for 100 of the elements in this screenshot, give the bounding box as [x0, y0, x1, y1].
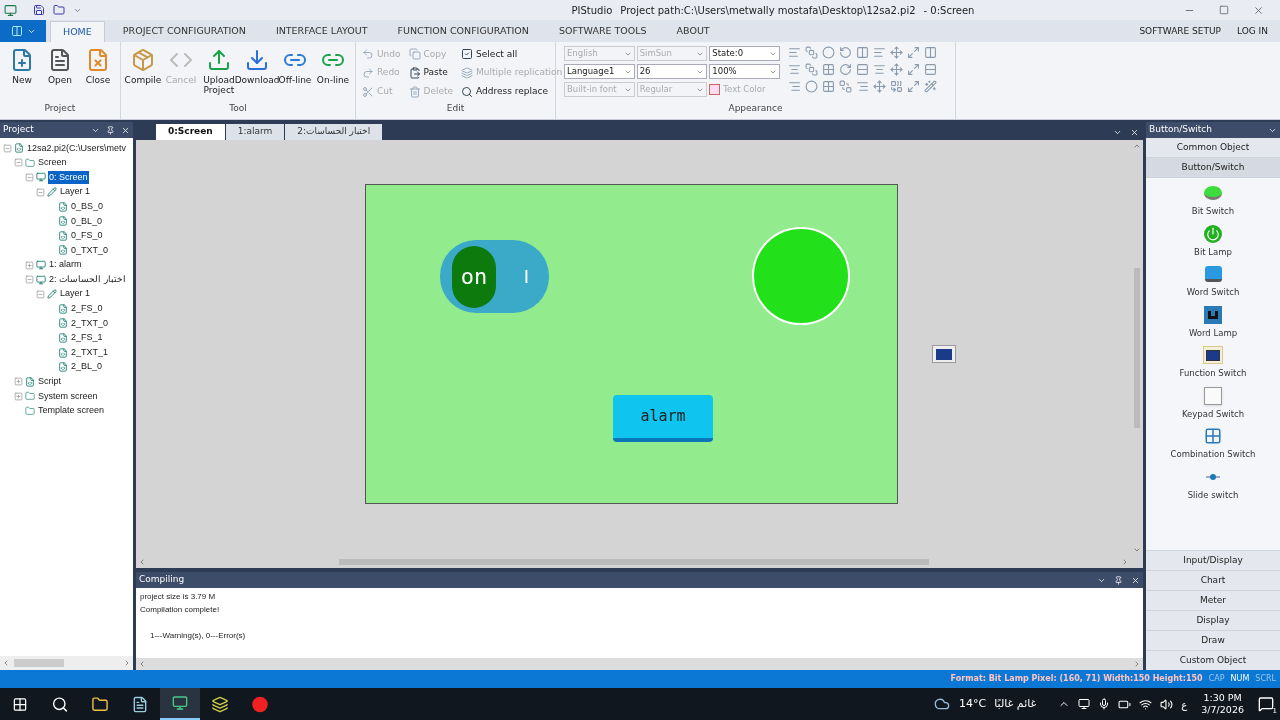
- pin-icon[interactable]: [1114, 575, 1123, 585]
- dropdown[interactable]: Language1: [564, 64, 635, 79]
- tree-item[interactable]: 2_FS_0: [70, 302, 104, 316]
- layout-tool-icon[interactable]: [873, 63, 886, 76]
- dropdown[interactable]: 26: [636, 64, 708, 79]
- editor-tab[interactable]: 1:alarm: [225, 124, 285, 140]
- layout-tool-icon[interactable]: [788, 63, 801, 76]
- dropdown[interactable]: 100%: [709, 64, 780, 79]
- layout-tool-icon[interactable]: [924, 46, 937, 59]
- wifi-icon[interactable]: [1139, 697, 1153, 711]
- close-icon[interactable]: [121, 125, 130, 135]
- tray-icon[interactable]: [1078, 698, 1091, 710]
- horizontal-scrollbar[interactable]: [0, 656, 133, 670]
- notifications-icon[interactable]: [1258, 696, 1274, 712]
- ribbon-link[interactable]: LOG IN: [1237, 24, 1268, 38]
- toolbox-item[interactable]: Combination Switch: [1170, 426, 1256, 467]
- tree-item[interactable]: Screen: [37, 156, 68, 170]
- layout-tool-icon[interactable]: [856, 46, 869, 59]
- expand-icon[interactable]: [14, 391, 23, 401]
- layout-tool-icon[interactable]: [924, 63, 937, 76]
- collapse-icon[interactable]: [25, 275, 34, 285]
- collapse-icon[interactable]: [36, 289, 45, 299]
- close-icon[interactable]: [1131, 575, 1140, 585]
- editor-tab[interactable]: 0:Screen: [156, 124, 225, 140]
- tree-item[interactable]: Layer 1: [59, 185, 92, 199]
- layout-tool-icon[interactable]: [805, 63, 818, 76]
- alarm-button[interactable]: alarm: [613, 395, 713, 442]
- scroll-right-icon[interactable]: [123, 659, 131, 667]
- input-language[interactable]: ع: [1181, 696, 1188, 712]
- toolbox-item[interactable]: Slide switch: [1187, 466, 1239, 507]
- layout-tool-icon[interactable]: [873, 46, 886, 59]
- horizontal-scrollbar[interactable]: [136, 658, 1143, 670]
- scroll-thumb[interactable]: [14, 659, 64, 667]
- ribbon-link[interactable]: SOFTWARE SETUP: [1139, 24, 1221, 38]
- editor-tab[interactable]: اختبار الحساسات:2: [285, 124, 383, 140]
- ribbon-button[interactable]: Upload Project: [201, 48, 237, 102]
- microphone-icon[interactable]: [1098, 698, 1111, 710]
- expand-icon[interactable]: [25, 260, 34, 270]
- scroll-right-icon[interactable]: [1121, 558, 1129, 566]
- clock-time[interactable]: 1:30 PM: [1203, 692, 1242, 704]
- ribbon-tab[interactable]: ABOUT: [664, 21, 722, 42]
- ribbon-tab[interactable]: PROJECT CONFIGURATION: [110, 21, 258, 42]
- ribbon-button[interactable]: Open: [42, 48, 78, 102]
- collapse-icon[interactable]: [36, 187, 45, 197]
- tree-item[interactable]: اختبار الحساسات :2: [48, 272, 127, 287]
- layout-tool-icon[interactable]: [890, 46, 903, 59]
- expand-icon[interactable]: [14, 377, 23, 387]
- layout-tool-icon[interactable]: [839, 46, 852, 59]
- volume-icon[interactable]: [1160, 697, 1174, 711]
- layout-tool-icon[interactable]: [890, 80, 903, 93]
- layout-tool-icon[interactable]: [822, 63, 835, 76]
- scroll-thumb[interactable]: [1134, 268, 1140, 428]
- scroll-right-icon[interactable]: [1133, 660, 1141, 668]
- layout-tool-icon[interactable]: [788, 80, 801, 93]
- collapse-icon[interactable]: [3, 143, 12, 153]
- toolbox-category[interactable]: Chart: [1146, 570, 1280, 590]
- ribbon-tab[interactable]: INTERFACE LAYOUT: [263, 21, 380, 42]
- toolbox-item[interactable]: Word Switch: [1186, 264, 1240, 305]
- tree-item[interactable]: 2_BL_0: [70, 360, 104, 374]
- layout-tool-icon[interactable]: [839, 80, 852, 93]
- maximize-icon[interactable]: [1219, 4, 1229, 15]
- layout-tool-icon[interactable]: [839, 63, 852, 76]
- toolbox-item[interactable]: Keypad Switch: [1181, 385, 1245, 426]
- tree-item[interactable]: 0: Screen: [48, 170, 89, 185]
- layout-tool-icon[interactable]: [907, 80, 920, 93]
- scroll-left-icon[interactable]: [138, 660, 146, 668]
- close-icon[interactable]: [1253, 4, 1264, 16]
- layout-tool-icon[interactable]: [856, 80, 869, 93]
- tree-item[interactable]: 2_TXT_0: [70, 316, 110, 331]
- layout-tool-icon[interactable]: [805, 46, 818, 59]
- save-icon[interactable]: [33, 4, 45, 16]
- tree-item[interactable]: 0_FS_0: [70, 229, 104, 243]
- collapse-icon[interactable]: [14, 158, 23, 168]
- tree-item[interactable]: 1: alarm: [48, 258, 83, 272]
- toolbox-category[interactable]: Display: [1146, 610, 1280, 630]
- dropdown[interactable]: State:0: [709, 46, 780, 61]
- edit-button[interactable]: Address replace: [461, 82, 563, 102]
- tree-item[interactable]: 0_TXT_0: [70, 243, 110, 258]
- tree-item[interactable]: Template screen: [37, 404, 106, 418]
- collapse-icon[interactable]: [25, 173, 34, 182]
- tree-item[interactable]: System screen: [37, 389, 99, 404]
- tree-item[interactable]: Script: [37, 375, 62, 389]
- edit-button[interactable]: Paste: [408, 63, 454, 83]
- layout-tool-icon[interactable]: [822, 46, 835, 59]
- toolbox-category[interactable]: Input/Display: [1146, 550, 1280, 570]
- scroll-thumb[interactable]: [338, 559, 929, 565]
- toolbox-item[interactable]: Word Lamp: [1188, 304, 1238, 345]
- pin-icon[interactable]: [106, 125, 115, 135]
- ribbon-button[interactable]: New: [4, 48, 40, 102]
- toolbox-category[interactable]: Custom Object: [1146, 650, 1280, 670]
- ribbon-tab[interactable]: FUNCTION CONFIGURATION: [385, 21, 541, 42]
- tree-item[interactable]: Layer 1: [59, 287, 92, 301]
- clock-date[interactable]: 3/7/2026: [1201, 704, 1244, 716]
- file-menu-button[interactable]: [0, 20, 46, 42]
- layout-tool-icon[interactable]: [856, 63, 869, 76]
- close-icon[interactable]: [1130, 128, 1139, 137]
- layout-tool-icon[interactable]: [873, 80, 886, 93]
- toolbox-item[interactable]: Bit Lamp: [1194, 223, 1232, 264]
- scroll-down-icon[interactable]: [1133, 546, 1141, 554]
- layout-tool-icon[interactable]: [907, 46, 920, 59]
